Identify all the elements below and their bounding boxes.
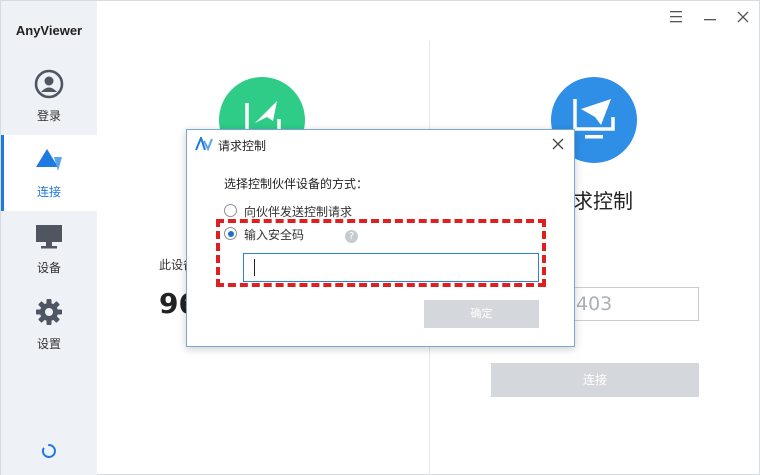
connect-button[interactable]: 连接 [491,363,699,397]
anyviewer-window: AnyViewer 登录 连接 设备 设置 求控制 此设备 96 403 连接 … [0,0,760,475]
loading-spinner-icon [41,444,56,458]
sidebar-item-label: 连接 [36,185,61,199]
dialog-close-icon[interactable] [551,137,565,151]
monitor-icon [36,225,62,249]
dialog-title: 请求控制 [218,139,267,153]
sidebar-item-connect[interactable]: 连接 [1,135,97,211]
radio-send-request[interactable] [224,204,237,217]
app-title: AnyViewer [15,23,83,38]
highlight-annotation [216,219,546,287]
anyviewer-logo-icon [195,137,213,151]
minimize-icon[interactable] [699,7,721,27]
menu-icon[interactable] [665,7,687,27]
gear-icon [36,299,62,325]
ok-button[interactable]: 确定 [424,300,539,328]
sidebar-item-label: 登录 [36,109,61,123]
sidebar-item-label: 设置 [36,337,61,351]
method-prompt: 选择控制伙伴设备的方式： [224,177,369,191]
user-icon [34,69,64,99]
sidebar-item-devices[interactable]: 设备 [1,211,97,287]
sidebar: AnyViewer 登录 连接 设备 设置 [1,1,97,475]
partner-id-value: 403 [576,293,613,315]
option-send-request[interactable]: 向伙伴发送控制请求 [224,202,394,220]
sidebar-item-label: 设备 [36,261,61,275]
connect-icon [36,149,62,171]
option-label: 向伙伴发送控制请求 [244,205,353,219]
remote-control-title: 求控制 [573,189,633,213]
sidebar-item-login[interactable]: 登录 [1,59,97,135]
sidebar-item-settings[interactable]: 设置 [1,287,97,363]
close-icon[interactable] [732,7,754,27]
